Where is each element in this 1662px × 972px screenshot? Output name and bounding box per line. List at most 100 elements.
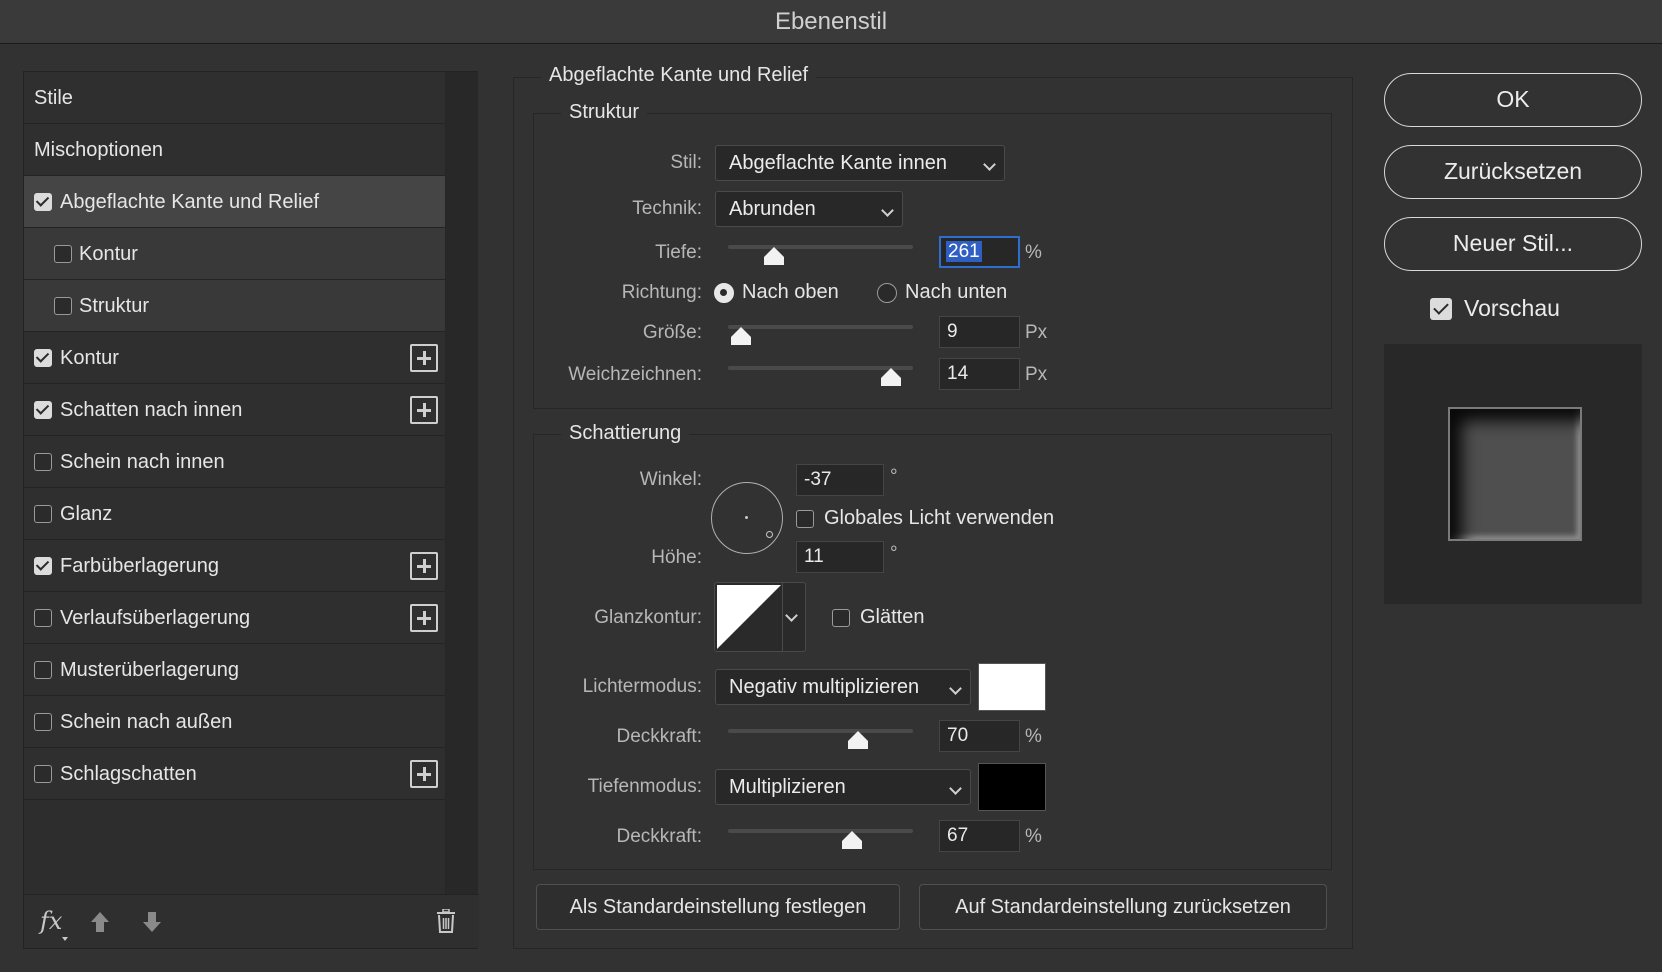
style-item[interactable]: Schatten nach innen xyxy=(24,384,445,436)
style-item[interactable]: Abgeflachte Kante und Relief xyxy=(24,176,445,228)
style-item[interactable]: Mischoptionen xyxy=(24,124,445,176)
size-unit: Px xyxy=(1025,322,1048,343)
soften-input[interactable]: 14 xyxy=(939,358,1020,390)
style-item-label: Glanz xyxy=(60,503,113,525)
depth-input[interactable]: 261 xyxy=(939,236,1020,268)
technique-select[interactable]: Abrunden xyxy=(715,191,903,227)
soften-unit: Px xyxy=(1025,364,1048,385)
slider-track xyxy=(728,245,913,249)
add-effect-icon[interactable] xyxy=(410,344,438,372)
style-item-checkbox[interactable] xyxy=(34,401,52,419)
add-effect-icon[interactable] xyxy=(410,604,438,632)
slider-track xyxy=(728,729,913,733)
add-effect-icon[interactable] xyxy=(410,552,438,580)
style-item[interactable]: Schein nach innen xyxy=(24,436,445,488)
highlight-opacity-label: Deckkraft: xyxy=(616,726,702,747)
anti-aliased-label[interactable]: Glätten xyxy=(860,606,924,629)
angle-input[interactable]: -37 xyxy=(796,464,884,496)
highlight-color-swatch[interactable] xyxy=(978,663,1046,711)
altitude-label: Höhe: xyxy=(651,547,702,568)
structure-title: Struktur xyxy=(561,101,648,124)
reset-default-button[interactable]: Auf Standardeinstellung zurücksetzen xyxy=(919,884,1327,930)
gloss-contour-preview xyxy=(717,585,781,649)
style-item-checkbox[interactable] xyxy=(34,713,52,731)
style-item-checkbox[interactable] xyxy=(34,661,52,679)
style-item[interactable]: Musterüberlagerung xyxy=(24,644,445,696)
gloss-contour-picker[interactable] xyxy=(714,582,806,652)
style-item[interactable]: Glanz xyxy=(24,488,445,540)
ok-button[interactable]: OK xyxy=(1384,73,1642,127)
shadow-opacity-slider[interactable] xyxy=(728,825,913,849)
preview-label[interactable]: Vorschau xyxy=(1464,295,1560,322)
style-item-checkbox[interactable] xyxy=(34,765,52,783)
style-item[interactable]: Kontur xyxy=(24,332,445,384)
style-item-label: Mischoptionen xyxy=(34,139,163,161)
shadow-opacity-input[interactable]: 67 xyxy=(939,820,1020,852)
style-item-label: Schatten nach innen xyxy=(60,399,243,421)
anti-aliased-checkbox[interactable] xyxy=(832,609,850,627)
angle-dial-handle[interactable] xyxy=(766,531,773,538)
style-item[interactable]: Schlagschatten xyxy=(24,748,445,800)
shading-title: Schattierung xyxy=(561,422,690,445)
direction-down-radio[interactable] xyxy=(877,283,897,303)
add-effect-icon[interactable] xyxy=(410,760,438,788)
size-input[interactable]: 9 xyxy=(939,316,1020,348)
preview-area xyxy=(1384,344,1642,604)
style-item-checkbox[interactable] xyxy=(54,297,72,315)
style-item[interactable]: Kontur xyxy=(24,228,445,280)
style-item-checkbox[interactable] xyxy=(34,505,52,523)
style-item[interactable]: Struktur xyxy=(24,280,445,332)
styles-scrollbar[interactable] xyxy=(445,72,478,894)
shadow-color-swatch[interactable] xyxy=(978,763,1046,811)
reset-button[interactable]: Zurücksetzen xyxy=(1384,145,1642,199)
trash-icon[interactable] xyxy=(436,909,456,933)
chevron-down-icon xyxy=(983,158,996,171)
angle-dial[interactable] xyxy=(711,482,783,554)
set-default-button[interactable]: Als Standardeinstellung festlegen xyxy=(536,884,900,930)
direction-up-radio[interactable] xyxy=(714,283,734,303)
altitude-input[interactable]: 11 xyxy=(796,541,884,573)
style-item-checkbox[interactable] xyxy=(34,453,52,471)
slider-thumb[interactable] xyxy=(841,830,863,850)
slider-thumb[interactable] xyxy=(730,326,752,346)
style-item-checkbox[interactable] xyxy=(34,609,52,627)
shadow-mode-select[interactable]: Multiplizieren xyxy=(715,769,971,805)
style-item-checkbox[interactable] xyxy=(54,245,72,263)
style-item-checkbox[interactable] xyxy=(34,557,52,575)
size-slider[interactable] xyxy=(728,321,913,345)
preview-checkbox[interactable] xyxy=(1430,298,1452,320)
move-up-icon[interactable] xyxy=(90,911,110,933)
direction-down-label[interactable]: Nach unten xyxy=(905,281,1007,304)
chevron-down-icon xyxy=(881,204,894,217)
new-style-button[interactable]: Neuer Stil... xyxy=(1384,217,1642,271)
move-down-icon[interactable] xyxy=(142,911,162,933)
slider-thumb[interactable] xyxy=(880,367,902,387)
global-light-label[interactable]: Globales Licht verwenden xyxy=(824,507,1054,530)
style-item[interactable]: Stile xyxy=(24,72,445,124)
highlight-mode-select[interactable]: Negativ multiplizieren xyxy=(715,669,971,705)
bevel-emboss-title: Abgeflachte Kante und Relief xyxy=(541,64,817,87)
style-item[interactable]: Schein nach außen xyxy=(24,696,445,748)
style-item[interactable]: Verlaufsüberlagerung xyxy=(24,592,445,644)
depth-slider[interactable] xyxy=(728,241,913,265)
add-effect-icon[interactable] xyxy=(410,396,438,424)
highlight-opacity-slider[interactable] xyxy=(728,725,913,749)
chevron-down-icon[interactable] xyxy=(785,609,798,622)
style-item-checkbox[interactable] xyxy=(34,349,52,367)
technique-label: Technik: xyxy=(632,198,702,219)
style-item[interactable]: Farbüberlagerung xyxy=(24,540,445,592)
soften-label: Weichzeichnen: xyxy=(568,364,702,385)
slider-track xyxy=(728,829,913,833)
fx-icon[interactable]: fx xyxy=(40,907,69,941)
highlight-opacity-input[interactable]: 70 xyxy=(939,720,1020,752)
direction-up-label[interactable]: Nach oben xyxy=(742,281,839,304)
chevron-down-icon xyxy=(949,782,962,795)
slider-thumb[interactable] xyxy=(763,246,785,266)
global-light-checkbox[interactable] xyxy=(796,510,814,528)
style-select[interactable]: Abgeflachte Kante innen xyxy=(715,145,1005,181)
soften-slider[interactable] xyxy=(728,362,913,386)
style-item-checkbox[interactable] xyxy=(34,193,52,211)
shadow-opacity-label: Deckkraft: xyxy=(616,826,702,847)
chevron-down-icon xyxy=(949,682,962,695)
slider-thumb[interactable] xyxy=(847,730,869,750)
